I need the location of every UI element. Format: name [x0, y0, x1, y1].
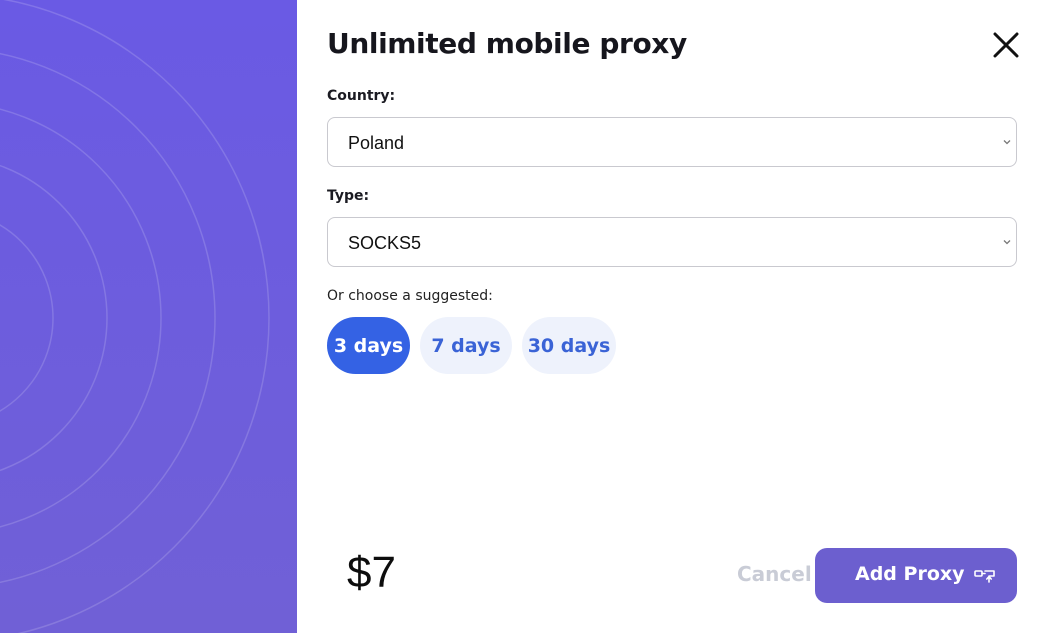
- cancel-button[interactable]: Cancel: [737, 562, 812, 586]
- suggested-label: Or choose a suggested:: [327, 288, 493, 304]
- duration-option-3-days[interactable]: 3 days: [327, 317, 410, 374]
- type-selected-value: SOCKS5: [348, 233, 422, 253]
- concentric-rings-decoration: [0, 0, 270, 633]
- modal-title: Unlimited mobile proxy: [327, 27, 687, 60]
- price-total: $7: [347, 548, 396, 597]
- add-proxy-button[interactable]: Add Proxy: [815, 548, 1017, 603]
- proxy-plug-icon: [974, 570, 995, 583]
- country-select[interactable]: Poland: [327, 117, 1017, 167]
- close-button[interactable]: [991, 30, 1021, 60]
- decorative-side-panel: [0, 0, 297, 633]
- add-proxy-label: Add Proxy: [855, 563, 965, 585]
- close-icon: [993, 32, 1019, 58]
- chevron-down-icon: [1003, 240, 1011, 245]
- country-label: Country:: [327, 88, 396, 104]
- chevron-down-icon: [1003, 140, 1011, 145]
- duration-option-30-days[interactable]: 30 days: [522, 317, 616, 374]
- duration-option-7-days[interactable]: 7 days: [420, 317, 512, 374]
- type-label: Type:: [327, 188, 370, 204]
- add-proxy-modal: Unlimited mobile proxy Country: Poland T…: [297, 0, 1044, 633]
- country-selected-value: Poland: [348, 133, 405, 153]
- type-select[interactable]: SOCKS5: [327, 217, 1017, 267]
